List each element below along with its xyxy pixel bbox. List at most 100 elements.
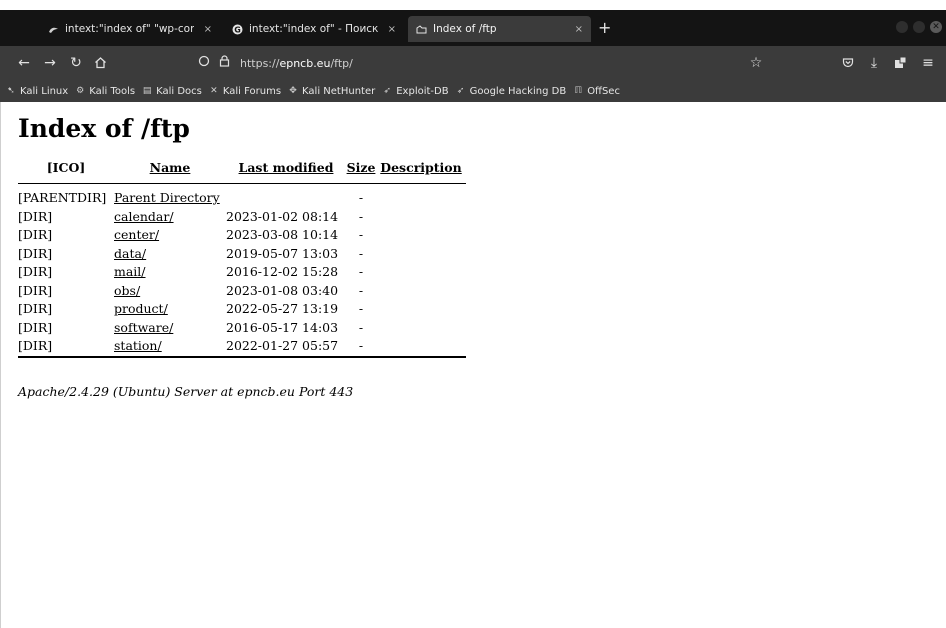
navigation-bar: ← → ↻ https://epncb.eu/ftp/ ☆ ⤓ ≡ [0,46,946,80]
address-bar[interactable]: https://epncb.eu/ftp/ [196,51,776,75]
page-title: Index of /ftp [18,114,190,143]
forward-arrow-icon[interactable]: → [40,53,60,73]
maximize-button[interactable] [913,21,925,33]
tab-close-button[interactable]: × [200,24,212,35]
server-signature: Apache/2.4.29 (Ubuntu) Server at epncb.e… [18,384,354,399]
bookmark-label: Kali Tools [89,85,136,97]
table-row: [DIR] data/ 2019-05-07 13:03 - [18,245,466,264]
table-row: [DIR] product/ 2022-05-27 13:19 - [18,300,466,319]
bookmark-google-hacking-db[interactable]: ➶ Google Hacking DB [456,86,566,97]
forums-icon: ✕ [210,86,218,96]
google-icon: G [232,24,243,35]
table-row: [DIR] station/ 2022-01-27 05:57 - [18,337,466,357]
table-row: [DIR] mail/ 2016-12-02 15:28 - [18,263,466,282]
lock-icon[interactable] [216,55,232,71]
directory-link[interactable]: software/ [114,320,173,335]
kali-icon [48,24,59,35]
bookmark-label: Kali NetHunter [302,85,376,97]
tools-icon: ⚙ [76,86,85,96]
exploit-icon: ➶ [383,86,391,96]
bookmark-label: Exploit-DB [396,85,449,97]
entry-size: - [358,245,364,261]
sort-by-name-link[interactable]: Name [150,160,191,175]
entry-type: [DIR] [18,282,53,298]
entry-description [376,245,466,264]
page-content: Index of /ftp [ICO] Name Last modified S… [0,102,946,628]
menu-icon[interactable]: ≡ [918,53,938,73]
entry-size: - [358,190,364,205]
table-row: [DIR] software/ 2016-05-17 14:03 - [18,319,466,338]
parent-directory-link[interactable]: Parent Directory [114,190,220,205]
entry-description [376,337,466,357]
url-host: epncb.eu [279,56,331,70]
entry-type: [DIR] [18,227,53,242]
directory-link[interactable]: obs/ [114,283,140,298]
tab-title: intext:"index of" "wp-con [65,23,194,35]
bookmark-label: Kali Linux [20,85,69,97]
table-row: [DIR] calendar/ 2023-01-02 08:14 - [18,208,466,227]
extensions-icon[interactable] [890,53,910,73]
directory-link[interactable]: mail/ [114,264,146,279]
sort-by-modified-link[interactable]: Last modified [239,160,334,175]
shield-icon[interactable] [196,55,212,71]
ghdb-icon: ➶ [456,86,465,96]
tab-title: Index of /ftp [433,23,497,35]
table-row: [DIR] obs/ 2023-01-08 03:40 - [18,282,466,301]
window-close-button[interactable]: ✕ [930,21,942,33]
back-arrow-icon[interactable]: ← [14,53,34,73]
tab-google-search[interactable]: G intext:"index of" - Поиск в × [224,16,404,42]
entry-name-cell: mail/ [114,263,226,282]
svg-text:G: G [234,25,241,34]
entry-description [376,226,466,245]
entry-type: [DIR] [18,208,53,224]
bookmark-label: OffSec [587,85,620,97]
entry-modified: 2019-05-07 13:03 [226,245,339,261]
entry-description [376,208,466,227]
url-text[interactable]: https://epncb.eu/ftp/ [240,57,353,70]
tab-index-of-ftp[interactable]: Index of /ftp × [408,16,591,42]
entry-type: [DIR] [18,319,53,335]
bookmark-kali-nethunter[interactable]: ✥ Kali NetHunter [288,86,375,97]
reload-icon[interactable]: ↻ [66,53,86,73]
docs-icon: ▤ [142,86,152,96]
directory-link[interactable]: center/ [114,227,159,242]
pocket-icon[interactable] [838,53,858,73]
entry-modified: 2022-01-27 05:57 [226,338,339,353]
bookmark-kali-forums[interactable]: ✕ Kali Forums [209,86,281,97]
entry-name-cell: station/ [114,337,226,357]
bookmark-offsec[interactable]: ℿ OffSec [573,86,620,97]
entry-size: - [358,282,364,298]
entry-name-cell: obs/ [114,282,226,301]
table-row: [PARENTDIR] Parent Directory - [18,189,466,208]
entry-name-cell: data/ [114,245,226,264]
entry-name-cell: product/ [114,300,226,319]
minimize-button[interactable] [896,21,908,33]
entry-description [376,282,466,301]
tab-close-button[interactable]: × [571,24,583,35]
sort-by-size-link[interactable]: Size [347,160,376,175]
bookmark-kali-docs[interactable]: ▤ Kali Docs [142,86,202,97]
entry-description [376,189,466,208]
tab-bar: intext:"index of" "wp-con × G intext:"in… [0,0,946,46]
directory-link[interactable]: data/ [114,246,146,261]
tab-wp-content[interactable]: intext:"index of" "wp-con × [40,16,220,42]
entry-type: [DIR] [18,264,53,279]
bookmark-star-icon[interactable]: ☆ [746,53,766,73]
downloads-icon[interactable]: ⤓ [864,53,884,73]
entry-name-cell: software/ [114,319,226,338]
tab-close-button[interactable]: × [384,24,396,35]
tab-title: intext:"index of" - Поиск в [249,23,378,35]
url-path: /ftp/ [330,56,353,70]
directory-link[interactable]: calendar/ [114,209,174,224]
home-icon[interactable] [90,53,110,73]
url-prefix: https:// [240,56,280,70]
entry-size: - [358,264,364,279]
bookmark-kali-linux[interactable]: ➷ Kali Linux [6,86,68,97]
bookmark-kali-tools[interactable]: ⚙ Kali Tools [75,86,135,97]
directory-link[interactable]: product/ [114,301,168,316]
sort-by-description-link[interactable]: Description [380,160,461,175]
directory-link[interactable]: station/ [114,338,162,353]
new-tab-button[interactable]: + [598,17,611,39]
entry-modified: 2016-12-02 15:28 [226,264,339,279]
bookmark-exploit-db[interactable]: ➶ Exploit-DB [382,86,448,97]
